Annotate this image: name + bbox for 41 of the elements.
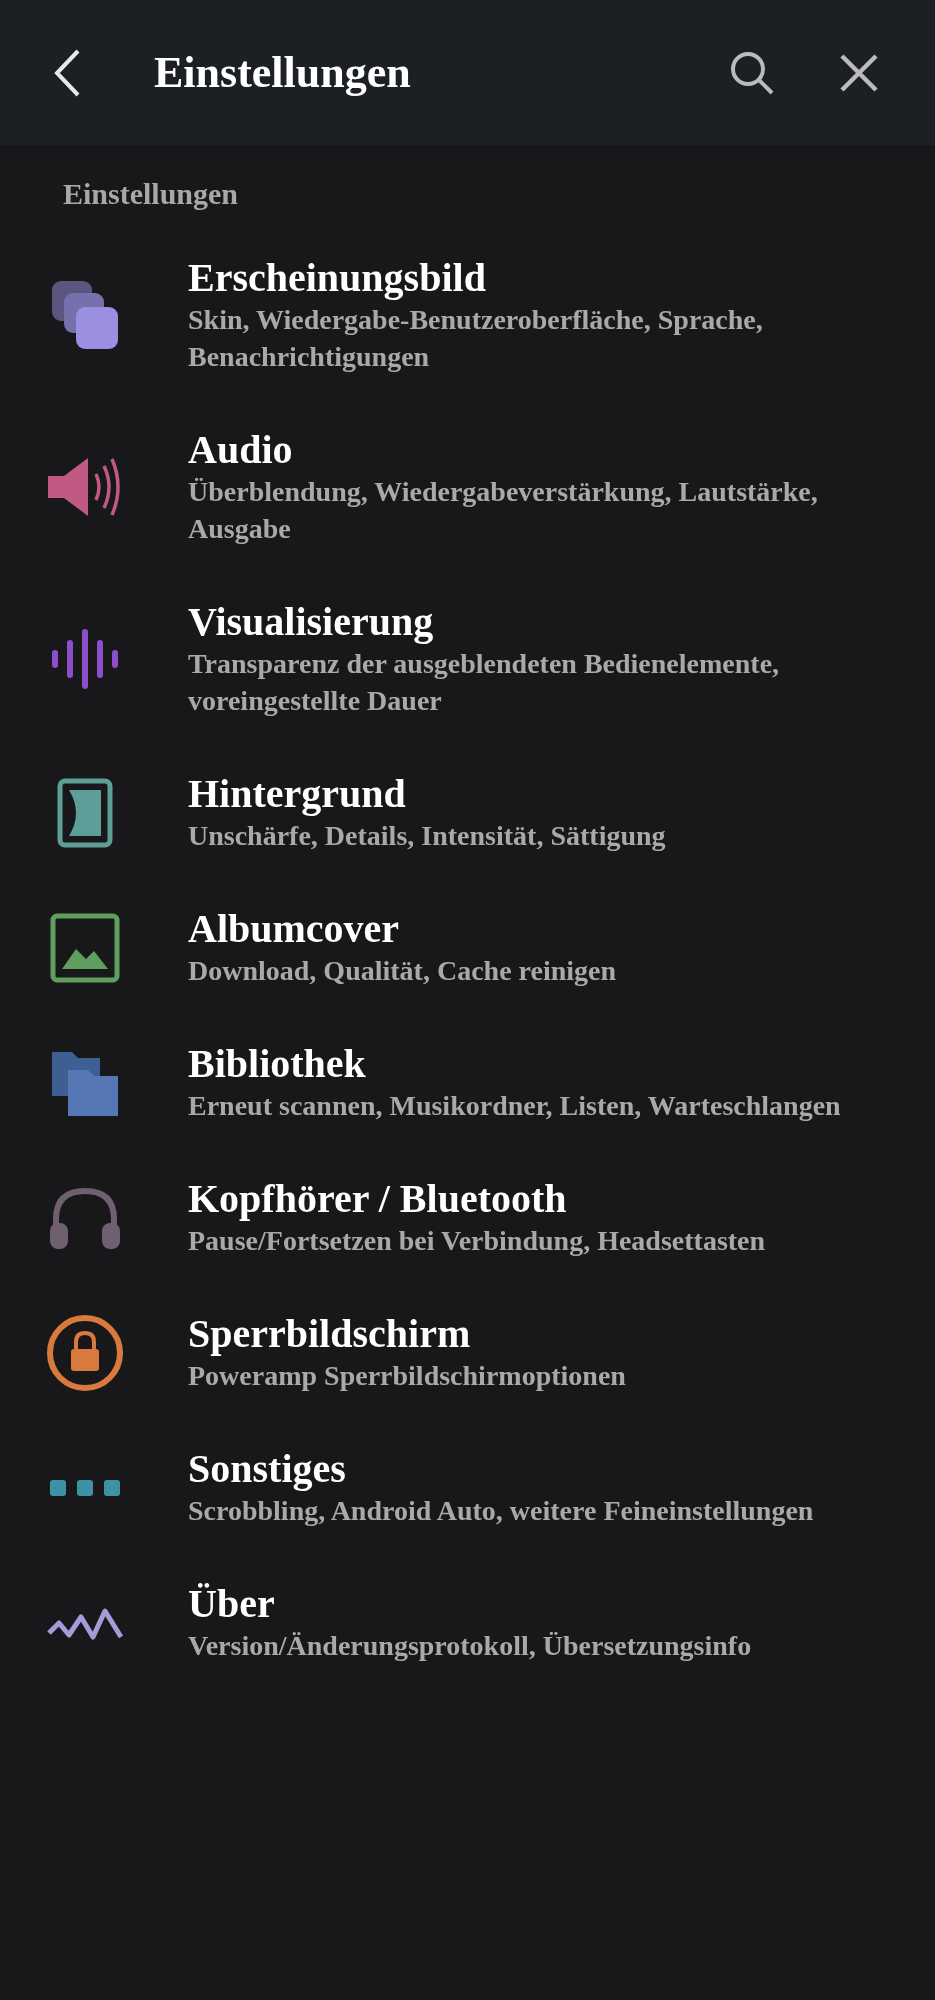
lock-icon — [46, 1313, 124, 1392]
settings-item[interactable]: Über Version/Änderungsprotokoll, Übersetzungsinfo — [0, 1559, 935, 1694]
item-title: Erscheinungsbild — [188, 255, 486, 301]
settings-item[interactable]: Sperrbildschirm Poweramp Sperrbildschirmoptionen — [0, 1289, 935, 1424]
settings-item[interactable]: Visualisierung Transparenz der ausgeblendeten Bedienelemente, voreingestellte Dauer — [0, 577, 935, 749]
item-description: Version/Änderungsprotokoll, Übersetzungsinfo — [188, 1629, 752, 1663]
layers-icon — [50, 279, 120, 351]
item-description: Erneut scannen, Musikordner, Listen, Warteschlangen — [188, 1089, 841, 1123]
image-icon — [50, 912, 120, 983]
item-title: Sonstiges — [188, 1446, 346, 1492]
settings-item[interactable]: Albumcover Download, Qualität, Cache reinigen — [0, 884, 935, 1019]
settings-item[interactable]: Erscheinungsbild Skin, Wiedergabe-Benutzeroberfläche, Sprache, Benachrichtigungen — [0, 233, 935, 405]
item-description: Pause/Fortsetzen bei Verbindung, Headsettasten — [188, 1224, 766, 1258]
waveform-icon — [50, 629, 120, 689]
item-description: Überblendung, Wiedergabeverstärkung, Lautstärke, Ausgabe — [188, 475, 819, 546]
item-title: Visualisierung — [188, 599, 434, 645]
item-title: Audio — [188, 427, 293, 473]
item-description: Skin, Wiedergabe-Benutzeroberfläche, Sprache, Benachrichtigungen — [188, 303, 764, 374]
settings-item[interactable]: Kopfhörer / Bluetooth Pause/Fortsetzen bei Verbindung, Headsettasten — [0, 1154, 935, 1289]
settings-item[interactable]: Hintergrund Unschärfe, Details, Intensität, Sättigung — [0, 749, 935, 884]
settings-item[interactable]: Bibliothek Erneut scannen, Musikordner, Listen, Warteschlangen — [0, 1019, 935, 1154]
item-title: Hintergrund — [188, 771, 406, 817]
item-description: Scrobbling, Android Auto, weitere Feineinstellungen — [188, 1494, 814, 1528]
item-description: Unschärfe, Details, Intensität, Sättigung — [188, 819, 666, 853]
back-icon[interactable] — [52, 47, 82, 98]
close-icon[interactable] — [839, 52, 879, 93]
item-title: Albumcover — [188, 906, 400, 952]
item-title: Kopfhörer / Bluetooth — [188, 1176, 567, 1222]
settings-item[interactable]: Sonstiges Scrobbling, Android Auto, weitere Feineinstellungen — [0, 1424, 935, 1559]
section-label: Einstellungen — [62, 176, 240, 212]
more-icon — [49, 1477, 121, 1498]
item-title: Bibliothek — [188, 1041, 366, 1087]
settings-item[interactable]: Audio Überblendung, Wiedergabeverstärkung, Lautstärke, Ausgabe — [0, 405, 935, 577]
search-icon[interactable] — [729, 49, 775, 96]
page-title: Einstellungen — [154, 47, 411, 98]
item-description: Transparenz der ausgeblendeten Bedienelemente, voreingestellte Dauer — [188, 647, 781, 718]
item-title: Über — [188, 1581, 275, 1627]
item-description: Poweramp Sperrbildschirmoptionen — [188, 1359, 626, 1393]
item-title: Sperrbildschirm — [188, 1311, 471, 1357]
item-description: Download, Qualität, Cache reinigen — [188, 954, 617, 988]
phone-screen-icon — [57, 777, 113, 848]
